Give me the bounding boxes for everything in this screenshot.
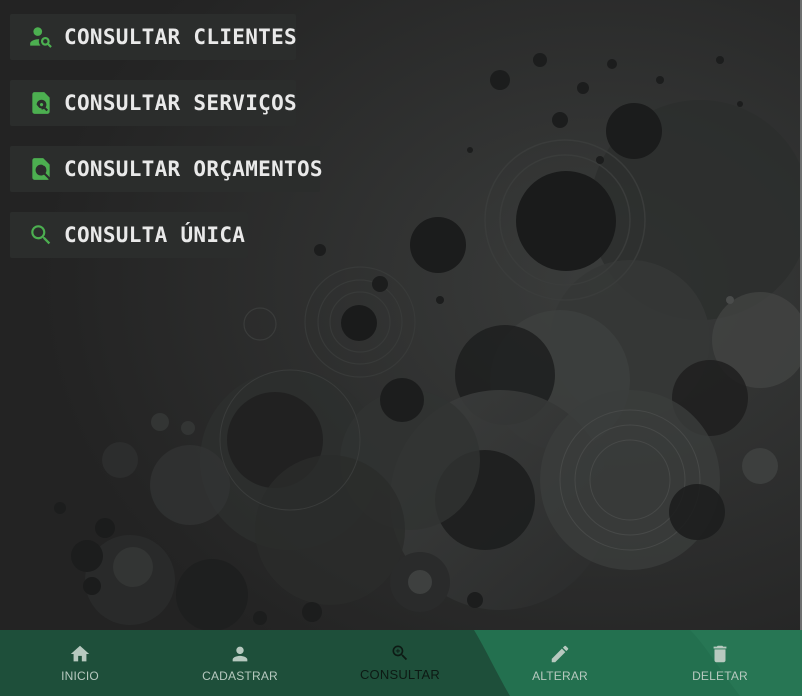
person-search-icon [28,24,54,50]
person-icon [228,642,252,666]
consultar-orcamentos-button[interactable]: CONSULTAR ORÇAMENTOS [10,146,323,192]
menu-item-label: CONSULTAR CLIENTES [64,25,297,49]
nav-label: INICIO [61,669,99,683]
consultar-servicos-button[interactable]: CONSULTAR SERVIÇOS [10,80,297,126]
nav-consultar[interactable]: CONSULTAR [320,630,480,696]
app-screen: CONSULTAR CLIENTES CONSULTAR SERVIÇOS CO… [0,0,802,696]
nav-alterar[interactable]: ALTERAR [480,630,640,696]
zoom-search-icon [388,641,412,665]
home-icon [68,642,92,666]
menu-item-label: CONSULTAR SERVIÇOS [64,91,297,115]
document-search-icon [28,90,54,116]
nav-label: DELETAR [692,669,748,683]
search-icon [28,222,54,248]
menu-item-label: CONSULTA ÚNICA [64,223,246,247]
nav-inicio[interactable]: INICIO [0,630,160,696]
nav-label: CADASTRAR [202,669,278,683]
menu-item-label: CONSULTAR ORÇAMENTOS [64,157,323,181]
consulta-unica-button[interactable]: CONSULTA ÚNICA [10,212,248,258]
nav-label: CONSULTAR [359,667,441,682]
nav-cadastrar[interactable]: CADASTRAR [160,630,320,696]
file-search-icon [28,156,54,182]
consultar-clientes-button[interactable]: CONSULTAR CLIENTES [10,14,297,60]
pencil-icon [548,642,572,666]
nav-label: ALTERAR [532,669,588,683]
trash-icon [708,642,732,666]
nav-deletar[interactable]: DELETAR [640,630,800,696]
bottom-navigation: INICIO CADASTRAR CONSULTAR ALTERAR DELET… [0,630,802,696]
